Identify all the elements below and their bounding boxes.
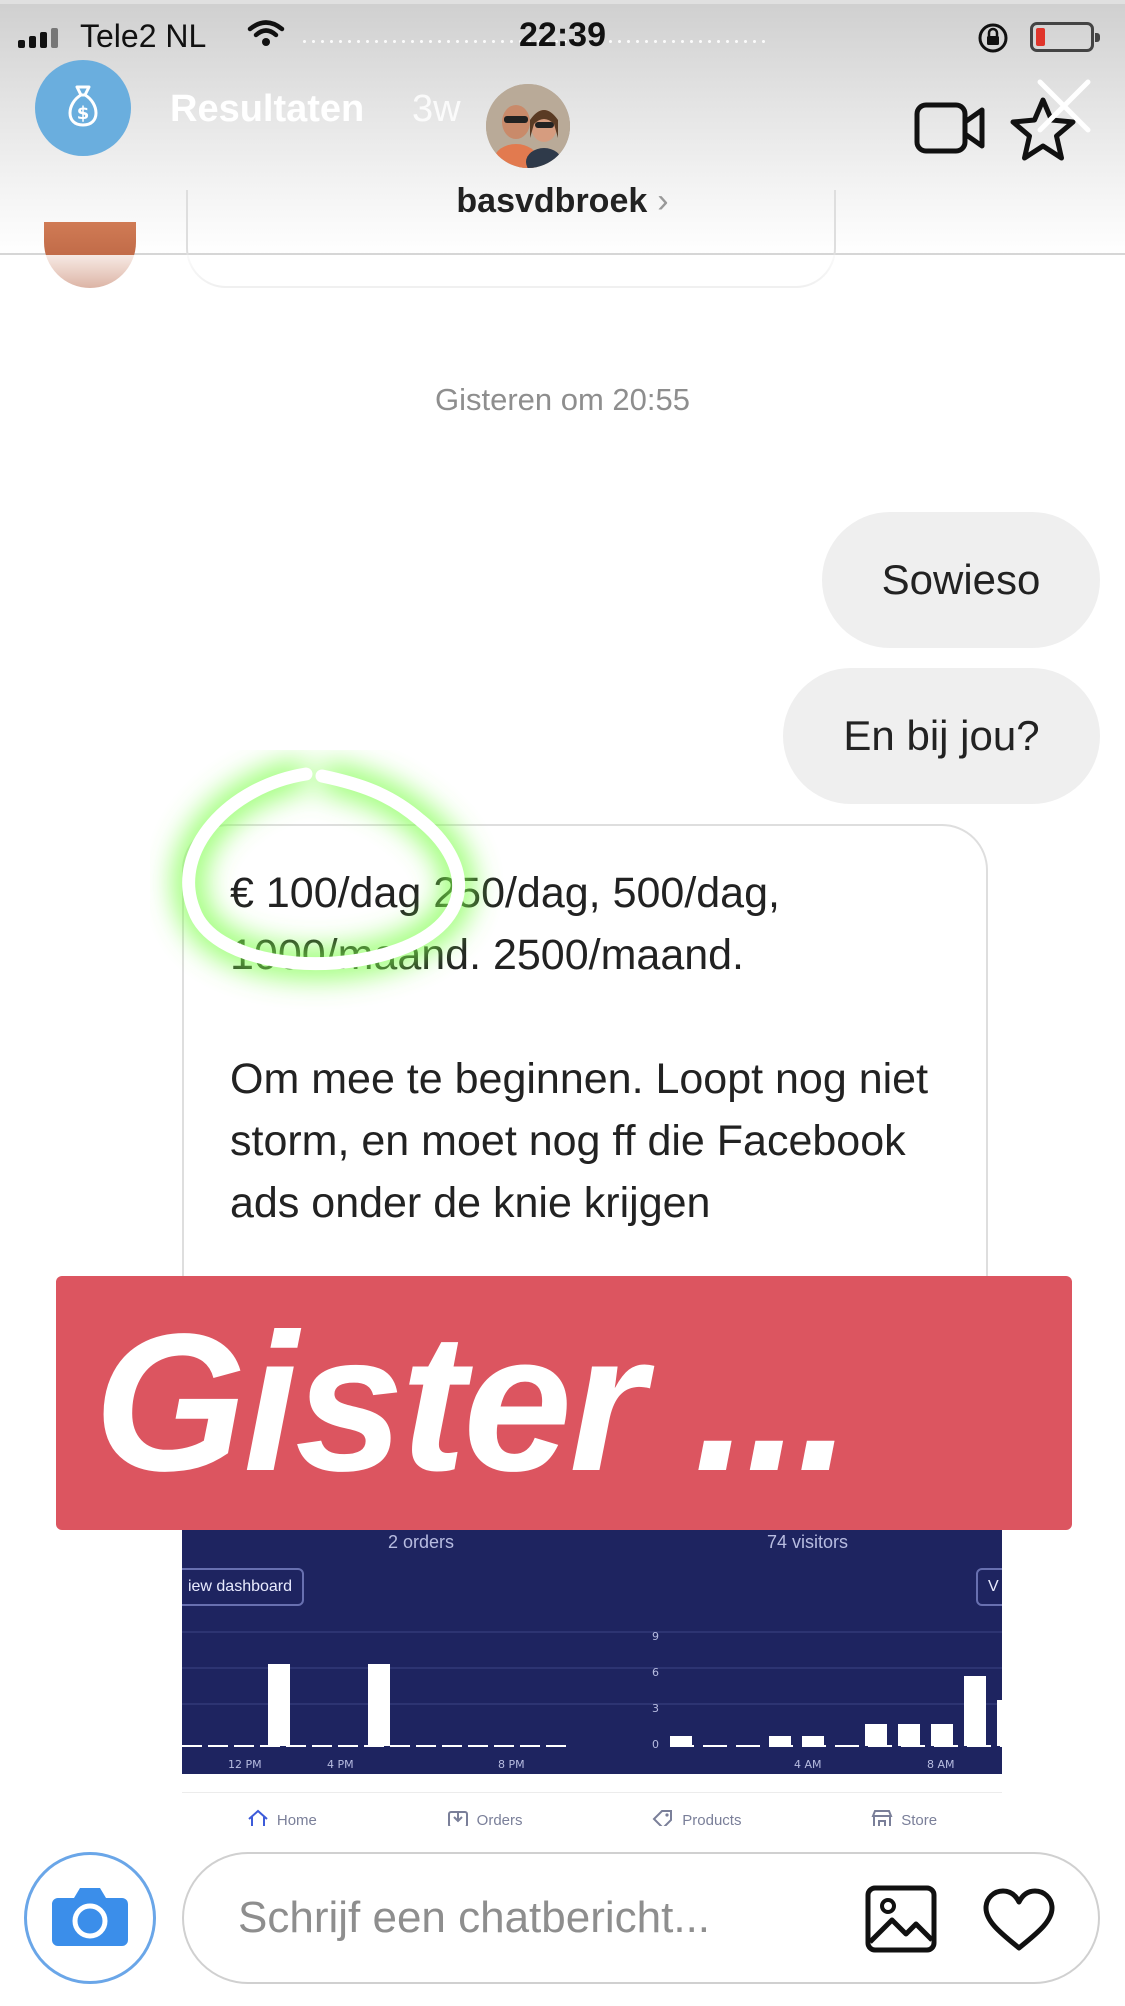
y-tick-label: 0 xyxy=(652,1738,659,1751)
camera-icon xyxy=(50,1884,130,1953)
story-avatar[interactable]: $ xyxy=(35,60,131,156)
rotation-lock-icon xyxy=(975,20,1011,61)
y-tick-label: 6 xyxy=(652,1666,659,1679)
money-bag-icon: $ xyxy=(61,81,105,136)
order-bar xyxy=(268,1664,290,1746)
camera-button[interactable] xyxy=(24,1852,156,1984)
x-tick-label: 4 AM xyxy=(794,1758,822,1771)
x-tick-label: 8 AM xyxy=(927,1758,955,1771)
x-tick-label: 4 PM xyxy=(327,1758,354,1771)
visitor-bar xyxy=(865,1724,887,1746)
visitor-bar xyxy=(769,1736,791,1746)
visitor-bar xyxy=(802,1736,824,1746)
message-text: En bij jou? xyxy=(843,712,1040,759)
video-call-icon[interactable] xyxy=(914,100,986,161)
gallery-icon[interactable] xyxy=(864,1884,938,1959)
visitor-bar xyxy=(670,1736,692,1746)
story-progress-bar xyxy=(0,0,1125,4)
battery-level xyxy=(1036,28,1045,46)
story-age: 3w xyxy=(412,88,461,130)
sent-message-bubble[interactable]: En bij jou? xyxy=(783,668,1100,804)
message-input[interactable] xyxy=(238,1854,798,1982)
y-tick-label: 3 xyxy=(652,1702,659,1715)
message-composer xyxy=(182,1852,1100,1984)
visitor-bar xyxy=(964,1676,986,1746)
message-text: Sowieso xyxy=(881,556,1041,603)
battery-icon xyxy=(1030,22,1100,52)
dashboard-bottom-strip xyxy=(182,1774,1002,1792)
highlight-circle-drawing xyxy=(150,750,510,1025)
visitor-bar xyxy=(898,1724,920,1746)
status-bar: Tele2 NL 22:39 xyxy=(0,14,1125,60)
story-title: Resultaten xyxy=(170,88,365,130)
x-tick-label: 8 PM xyxy=(498,1758,525,1771)
heart-icon[interactable] xyxy=(982,1888,1056,1957)
gister-sticker: Gister ... xyxy=(56,1276,1072,1530)
order-bar xyxy=(368,1664,390,1746)
message-paragraph: Om mee te beginnen. Loopt nog niet storm… xyxy=(230,1055,929,1227)
clock: 22:39 xyxy=(519,16,606,54)
y-tick-label: 9 xyxy=(652,1630,659,1643)
visitor-bar xyxy=(931,1724,953,1746)
close-icon[interactable] xyxy=(1036,78,1092,139)
dashboard-bar-charts: 9 6 3 0 12 PM 4 PM 8 PM 4 AM 8 AM xyxy=(182,1630,1002,1792)
sent-message-bubble[interactable]: Sowieso xyxy=(822,512,1100,648)
message-timestamp: Gisteren om 20:55 xyxy=(434,382,691,417)
svg-text:$: $ xyxy=(77,103,90,124)
sticker-text: Gister ... xyxy=(94,1293,851,1512)
x-tick-label: 12 PM xyxy=(228,1758,262,1771)
visitor-bar xyxy=(997,1700,1002,1746)
dashboard-screenshot: 2 orders 74 visitors iew dashboard V 963… xyxy=(182,1530,1002,1826)
chat-avatar[interactable] xyxy=(486,84,570,168)
